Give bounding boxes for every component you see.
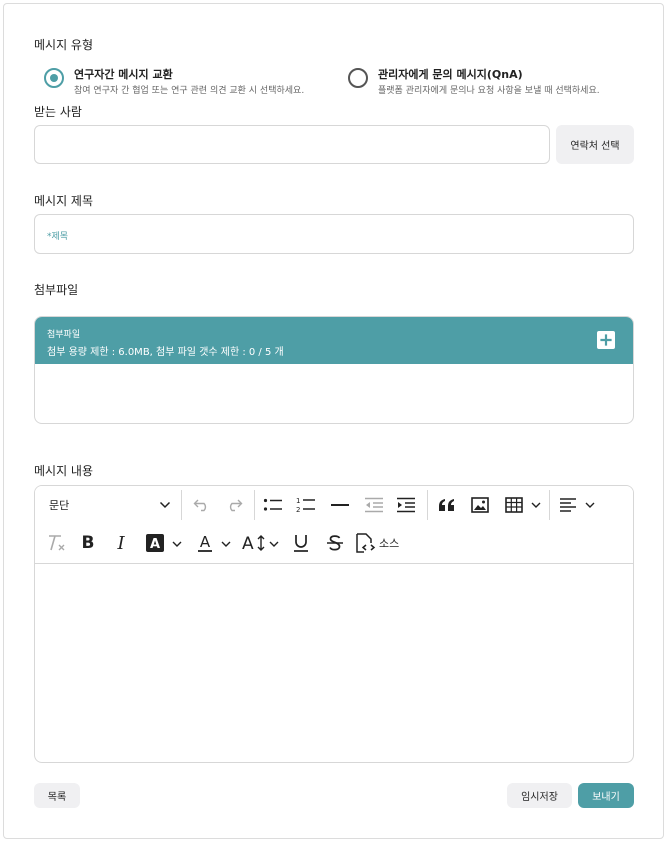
undo-icon[interactable]	[189, 492, 215, 518]
font-color-dropdown-icon[interactable]	[221, 541, 231, 548]
blockquote-icon[interactable]	[434, 492, 460, 518]
remove-format-icon[interactable]	[43, 530, 69, 556]
highlight-icon[interactable]: A	[142, 530, 168, 556]
font-size-dropdown-icon[interactable]	[269, 541, 279, 548]
radio-researcher-title: 연구자간 메시지 교환	[74, 68, 173, 81]
source-icon[interactable]: 소스	[355, 530, 407, 556]
list-button[interactable]: 목록	[34, 783, 80, 808]
plus-icon[interactable]	[597, 331, 615, 349]
toolbar-divider	[181, 490, 182, 520]
italic-icon[interactable]: I	[108, 530, 134, 556]
recipient-label: 받는 사람	[34, 105, 82, 119]
save-draft-button[interactable]: 임시저장	[507, 783, 572, 808]
attachment-label: 첨부파일	[34, 283, 79, 297]
bold-icon[interactable]: B	[75, 530, 101, 556]
strikethrough-icon[interactable]	[322, 530, 348, 556]
attachment-drop-area[interactable]	[35, 364, 633, 423]
font-color-icon[interactable]: A	[192, 530, 218, 556]
align-dropdown-icon[interactable]	[585, 502, 595, 509]
radio-admin-desc: 플랫폼 관리자에게 문의나 요청 사항을 보낼 때 선택하세요.	[378, 86, 600, 96]
radio-checked-indicator[interactable]	[44, 68, 64, 88]
table-icon[interactable]	[501, 492, 527, 518]
toolbar-divider	[254, 490, 255, 520]
image-icon[interactable]	[467, 492, 493, 518]
message-type-label: 메시지 유형	[34, 38, 94, 52]
indent-icon[interactable]	[393, 492, 419, 518]
radio-researcher-message[interactable]: 연구자간 메시지 교환 참여 연구자 간 협업 또는 연구 관련 의견 교환 시…	[44, 68, 304, 98]
toolbar-divider	[427, 490, 428, 520]
attachment-header: 첨부파일 첨부 용량 제한 : 6.0MB, 첨부 파일 갯수 제한 : 0 /…	[35, 317, 633, 364]
svg-text:1: 1	[296, 497, 300, 505]
attachment-limit-text: 첨부 용량 제한 : 6.0MB, 첨부 파일 갯수 제한 : 0 / 5 개	[47, 347, 284, 358]
contact-select-button[interactable]: 연락처 선택	[556, 125, 634, 164]
subject-input[interactable]: *제목	[34, 214, 634, 254]
outdent-icon[interactable]	[361, 492, 387, 518]
send-button[interactable]: 보내기	[578, 783, 634, 808]
table-dropdown-icon[interactable]	[531, 502, 541, 509]
source-label: 소스	[379, 537, 400, 550]
horizontal-line-icon[interactable]	[327, 492, 353, 518]
attachment-panel-title: 첨부파일	[47, 330, 81, 340]
highlight-dropdown-icon[interactable]	[172, 541, 182, 548]
content-label: 메시지 내용	[34, 464, 94, 478]
subject-label: 메시지 제목	[34, 194, 94, 208]
editor-toolbar: 문단 12 B I A A A 소스	[35, 486, 633, 564]
recipient-input[interactable]	[34, 125, 550, 164]
radio-admin-qna[interactable]: 관리자에게 문의 메시지(QnA) 플랫폼 관리자에게 문의나 요청 사항을 보…	[348, 68, 600, 98]
radio-researcher-desc: 참여 연구자 간 협업 또는 연구 관련 의견 교환 시 선택하세요.	[74, 86, 305, 96]
svg-text:A: A	[200, 533, 211, 551]
rich-text-editor[interactable]: 문단 12 B I A A A 소스	[34, 485, 634, 763]
paragraph-select[interactable]: 문단	[43, 490, 179, 520]
align-icon[interactable]	[555, 492, 581, 518]
bulleted-list-icon[interactable]	[260, 492, 286, 518]
subject-placeholder: *제목	[47, 232, 69, 242]
svg-text:2: 2	[296, 506, 300, 514]
toolbar-divider	[549, 490, 550, 520]
chevron-down-icon	[159, 501, 171, 509]
numbered-list-icon[interactable]: 12	[293, 492, 319, 518]
attachment-panel[interactable]: 첨부파일 첨부 용량 제한 : 6.0MB, 첨부 파일 갯수 제한 : 0 /…	[34, 316, 634, 424]
svg-text:A: A	[150, 537, 160, 552]
editor-content-area[interactable]	[35, 564, 633, 762]
font-size-icon[interactable]: A	[240, 530, 270, 556]
radio-unchecked-indicator[interactable]	[348, 68, 368, 88]
svg-text:A: A	[242, 534, 254, 553]
underline-icon[interactable]	[288, 530, 314, 556]
radio-admin-title: 관리자에게 문의 메시지(QnA)	[378, 68, 523, 81]
paragraph-select-label: 문단	[49, 499, 70, 512]
redo-icon[interactable]	[221, 492, 247, 518]
